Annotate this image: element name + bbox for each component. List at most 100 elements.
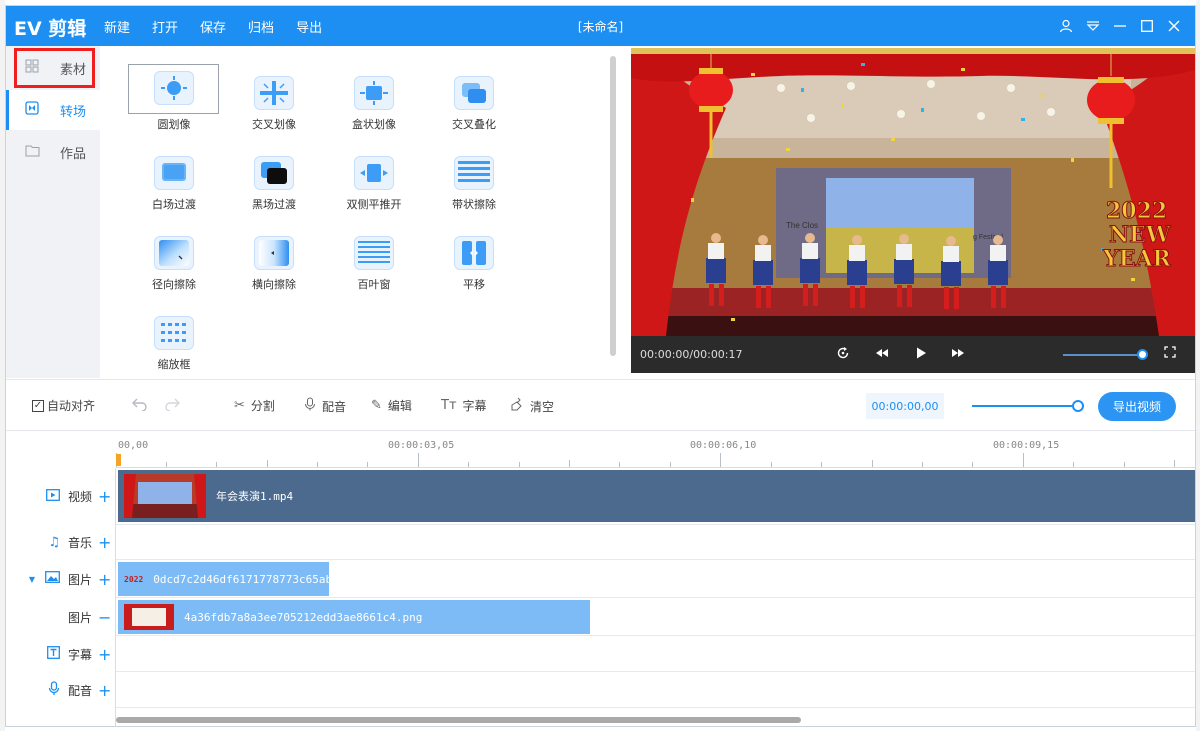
replay-icon[interactable] bbox=[836, 346, 852, 362]
redo-icon[interactable] bbox=[164, 397, 180, 411]
add-video-button[interactable]: + bbox=[98, 487, 111, 506]
playhead-marker[interactable] bbox=[116, 454, 121, 466]
clip-filename: 年会表演1.mp4 bbox=[216, 490, 294, 503]
close-icon[interactable] bbox=[1160, 15, 1187, 37]
add-image-button[interactable]: + bbox=[98, 570, 111, 589]
volume-knob[interactable] bbox=[1137, 349, 1148, 360]
image-clip-1[interactable]: 2022 0dcd7c2d46df6171778773c65abe7 bbox=[118, 562, 329, 596]
video-clip[interactable]: 年会表演1.mp4 bbox=[118, 470, 1195, 522]
maximize-icon[interactable] bbox=[1133, 15, 1160, 37]
undo-icon[interactable] bbox=[132, 397, 148, 411]
blinds-icon bbox=[354, 236, 394, 270]
ruler-tick bbox=[619, 462, 620, 467]
document-title: [未命名] bbox=[577, 20, 624, 34]
dub-label: 配音 bbox=[322, 399, 347, 414]
ruler-tick bbox=[922, 462, 923, 467]
zoom-box-icon bbox=[154, 316, 194, 350]
transition-band-wipe[interactable]: 带状擦除 bbox=[428, 144, 520, 222]
music-track-row bbox=[116, 525, 1195, 560]
clip-filename: 0dcd7c2d46df6171778773c65abe7 bbox=[153, 572, 329, 586]
play-icon[interactable] bbox=[914, 346, 930, 362]
title-bar: EV 剪辑 新建 打开 保存 归档 导出 [未命名] bbox=[6, 6, 1195, 46]
microphone-icon bbox=[304, 397, 316, 415]
track-label: 音乐 bbox=[67, 536, 92, 550]
rewind-icon[interactable] bbox=[875, 346, 891, 362]
remove-image-button[interactable]: − bbox=[98, 608, 111, 627]
track-header-column: 视频 + ♫ 音乐 + ▼ 图片 + 图片 − 字幕 + 配音 + bbox=[6, 468, 116, 726]
white-fade-icon bbox=[154, 156, 194, 190]
highlight-box bbox=[14, 48, 95, 88]
transition-zoom-box[interactable]: 缩放框 bbox=[128, 304, 220, 378]
video-thumbnail bbox=[124, 474, 206, 518]
track-label: 图片 bbox=[67, 610, 92, 625]
transition-label: 双侧平推开 bbox=[346, 198, 402, 211]
split-label: 分割 bbox=[250, 399, 275, 413]
fullscreen-icon[interactable] bbox=[1164, 346, 1180, 362]
add-dub-button[interactable]: + bbox=[98, 681, 111, 700]
zoom-knob[interactable] bbox=[1072, 400, 1084, 412]
transition-label: 缩放框 bbox=[157, 358, 191, 371]
ruler-tick bbox=[267, 460, 268, 467]
transition-cross-dissolve[interactable]: 交叉叠化 bbox=[428, 64, 520, 142]
transition-horizontal-wipe[interactable]: 横向擦除 bbox=[228, 224, 320, 302]
music-note-icon: ♫ bbox=[48, 535, 60, 550]
timeline-scrollbar[interactable] bbox=[116, 717, 801, 723]
ruler-label: 00:00:06,10 bbox=[690, 440, 757, 451]
track-header-dub: 配音 + bbox=[6, 672, 116, 708]
user-icon[interactable] bbox=[1052, 15, 1079, 37]
track-label: 视频 bbox=[67, 490, 92, 504]
timeline-tracks: 年会表演1.mp4 2022 0dcd7c2d46df6171778773c65… bbox=[116, 468, 1195, 708]
stage-scene: The Clos g Festival 2022 NEW YEAR bbox=[631, 48, 1195, 336]
ruler-tick bbox=[569, 460, 570, 467]
minimize-icon[interactable] bbox=[1106, 15, 1133, 37]
edit-button[interactable]: ✎ 编辑 bbox=[371, 397, 412, 414]
transition-split-push[interactable]: 双侧平推开 bbox=[328, 144, 420, 222]
clear-button[interactable]: 清空 bbox=[510, 397, 554, 415]
ruler-tick bbox=[1023, 453, 1024, 467]
ruler-tick bbox=[670, 462, 671, 467]
transition-scrollbar[interactable] bbox=[610, 56, 616, 356]
banner-line-2: NEW bbox=[1109, 222, 1171, 248]
screen-text-left: The Clos bbox=[786, 221, 818, 230]
left-tab-bar: 素材 转场 作品 bbox=[6, 46, 100, 378]
transition-label: 横向擦除 bbox=[252, 278, 296, 291]
track-label: 配音 bbox=[67, 683, 92, 698]
transition-label: 交叉叠化 bbox=[452, 118, 496, 131]
export-video-button[interactable]: 导出视频 bbox=[1098, 392, 1176, 421]
add-subtitle-button[interactable]: + bbox=[98, 645, 111, 664]
auto-align-checkbox[interactable]: ✓ 自动对齐 bbox=[32, 397, 95, 414]
split-button[interactable]: ✂ 分割 bbox=[234, 397, 275, 414]
timeline-ruler[interactable]: 00,00 00:00:03,05 00:00:06,10 00:00:09,1… bbox=[116, 432, 1195, 468]
transition-pan[interactable]: 平移 bbox=[428, 224, 520, 302]
ruler-tick bbox=[216, 462, 217, 467]
clear-label: 清空 bbox=[530, 399, 555, 414]
track-header-music: ♫ 音乐 + bbox=[6, 525, 116, 560]
track-label: 字幕 bbox=[67, 647, 92, 662]
playback-timecode: 00:00:00/00:00:17 bbox=[640, 348, 743, 361]
microphone-icon bbox=[48, 680, 60, 700]
volume-slider[interactable] bbox=[1063, 354, 1143, 356]
transition-black-fade[interactable]: 黑场过渡 bbox=[228, 144, 320, 222]
transition-label: 盒状划像 bbox=[352, 118, 396, 131]
transition-cross-wipe[interactable]: 交叉划像 bbox=[228, 64, 320, 142]
player-controls: 00:00:00/00:00:17 bbox=[631, 336, 1195, 373]
transition-circle-wipe[interactable]: 圆划像 bbox=[104, 64, 219, 142]
subtitle-button[interactable]: Tт 字幕 bbox=[441, 397, 487, 414]
transition-label: 带状擦除 bbox=[452, 198, 496, 211]
tab-transition[interactable]: 转场 bbox=[6, 90, 100, 130]
timeline-zoom-slider[interactable] bbox=[972, 405, 1074, 407]
tab-works[interactable]: 作品 bbox=[6, 132, 100, 172]
add-music-button[interactable]: + bbox=[98, 533, 111, 552]
checkbox-checked-icon: ✓ bbox=[32, 399, 44, 412]
collapse-caret-icon[interactable]: ▼ bbox=[29, 575, 35, 584]
fast-forward-icon[interactable] bbox=[951, 346, 967, 362]
transition-box-wipe[interactable]: 盒状划像 bbox=[328, 64, 420, 142]
menu-dropdown-icon[interactable] bbox=[1079, 15, 1106, 37]
subtitle-track-row bbox=[116, 636, 1195, 672]
dub-button[interactable]: 配音 bbox=[304, 397, 346, 415]
transition-blinds[interactable]: 百叶窗 bbox=[328, 224, 420, 302]
transition-radial-wipe[interactable]: 径向擦除 bbox=[128, 224, 220, 302]
transition-white-fade[interactable]: 白场过渡 bbox=[128, 144, 220, 222]
image-clip-2[interactable]: 4a36fdb7a8a3ee705212edd3ae8661c4.png bbox=[118, 600, 590, 634]
transition-label: 黑场过渡 bbox=[252, 198, 296, 211]
